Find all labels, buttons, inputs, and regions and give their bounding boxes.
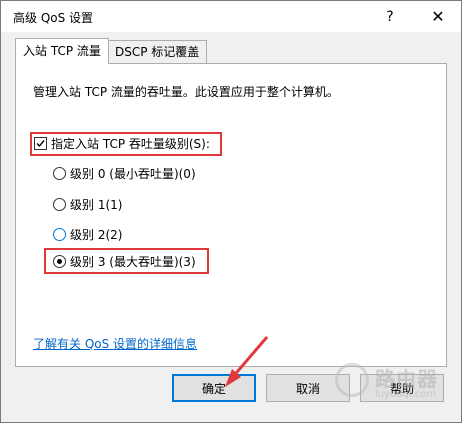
tab-panel: 管理入站 TCP 流量的吞吐量。此设置应用于整个计算机。 指定入站 TCP 吞吐… <box>15 63 447 367</box>
window-title: 高级 QoS 设置 <box>13 11 94 25</box>
watermark-subtext: luyouqi.com <box>375 389 437 400</box>
throughput-checkbox[interactable] <box>34 137 47 150</box>
radio-level-1-label: 级别 1(1) <box>70 198 123 212</box>
throughput-checkbox-row[interactable]: 指定入站 TCP 吞吐量级别(S): <box>34 135 210 152</box>
radio-selected-dot <box>57 259 62 264</box>
radio-level-0[interactable]: 级别 0 (最小吞吐量)(0) <box>53 165 196 182</box>
tab-dscp-override[interactable]: DSCP 标记覆盖 <box>107 40 208 63</box>
throughput-checkbox-label: 指定入站 TCP 吞吐量级别(S): <box>51 137 210 151</box>
radio-level-2-button[interactable] <box>53 228 66 241</box>
watermark: 路由器 luyouqi.com <box>335 363 455 407</box>
close-button[interactable]: ✕ <box>415 1 461 32</box>
radio-level-3[interactable]: 级别 3 (最大吞吐量)(3) <box>53 253 196 270</box>
radio-level-0-button[interactable] <box>53 167 66 180</box>
radio-level-2-label: 级别 2(2) <box>70 228 123 242</box>
ok-button[interactable]: 确定 <box>172 374 256 402</box>
help-title-button[interactable]: ? <box>367 1 413 32</box>
radio-level-0-label: 级别 0 (最小吞吐量)(0) <box>70 167 196 181</box>
qos-info-link[interactable]: 了解有关 QoS 设置的详细信息 <box>33 335 197 352</box>
radio-level-3-label: 级别 3 (最大吞吐量)(3) <box>70 255 196 269</box>
watermark-text: 路由器 <box>375 367 438 391</box>
tab-inbound-tcp[interactable]: 入站 TCP 流量 <box>15 38 109 64</box>
radio-level-1[interactable]: 级别 1(1) <box>53 196 122 213</box>
description-text: 管理入站 TCP 流量的吞吐量。此设置应用于整个计算机。 <box>33 85 339 99</box>
radio-level-1-button[interactable] <box>53 198 66 211</box>
qos-dialog: 高级 QoS 设置 ? ✕ 入站 TCP 流量 DSCP 标记覆盖 管理入站 T… <box>0 0 462 423</box>
radio-level-2[interactable]: 级别 2(2) <box>53 226 122 243</box>
title-bar: 高级 QoS 设置 ? ✕ <box>1 1 461 32</box>
checkmark-icon <box>36 140 45 148</box>
watermark-logo-icon <box>335 363 369 397</box>
radio-level-3-button[interactable] <box>53 255 66 268</box>
